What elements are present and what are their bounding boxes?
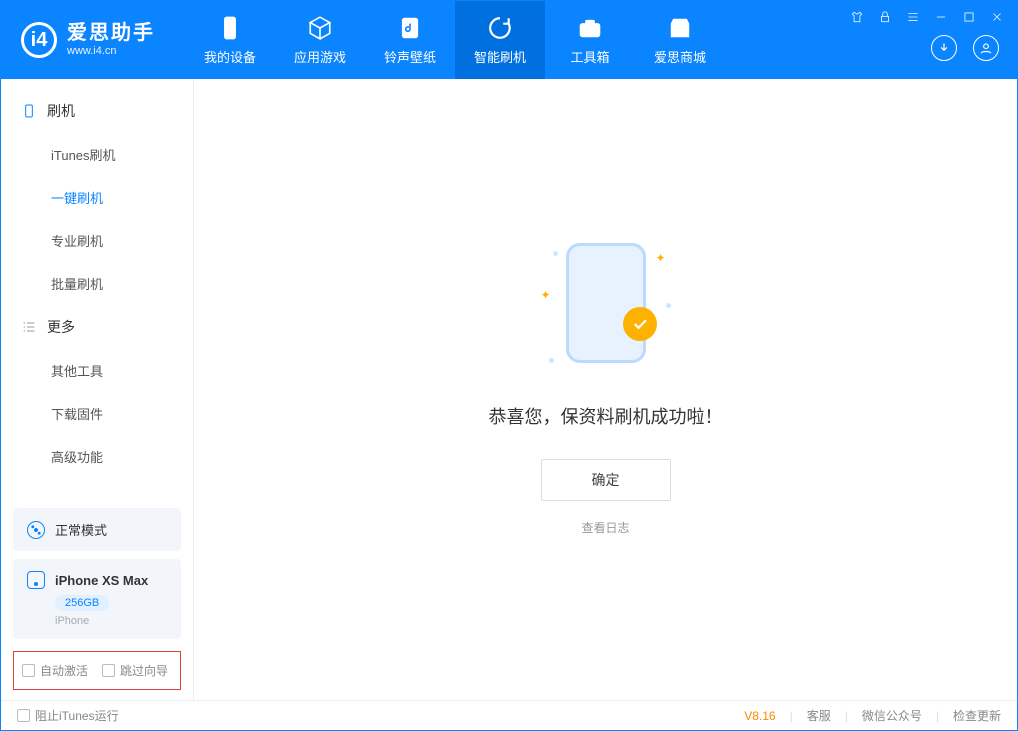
lock-icon[interactable] xyxy=(877,9,893,25)
sidebar-group-flash: 刷机 xyxy=(1,89,193,133)
sidebar-item-other-tools[interactable]: 其他工具 xyxy=(1,349,193,392)
nav-label: 智能刷机 xyxy=(474,47,526,66)
nav-tab-flash[interactable]: 智能刷机 xyxy=(455,1,545,79)
device-type: iPhone xyxy=(55,615,167,627)
footer-link-wechat[interactable]: 微信公众号 xyxy=(862,707,922,724)
nav-label: 工具箱 xyxy=(570,47,609,66)
body: 刷机 iTunes刷机 一键刷机 专业刷机 批量刷机 更多 其他工具 下载固件 … xyxy=(1,79,1017,700)
window-controls xyxy=(849,9,1005,25)
app-logo-icon: i4 xyxy=(21,22,57,58)
footer-link-update[interactable]: 检查更新 xyxy=(953,707,1001,724)
separator: | xyxy=(790,709,793,723)
mode-label: 正常模式 xyxy=(55,520,107,539)
success-illustration: ✦ ✦ xyxy=(541,243,671,373)
minimize-icon[interactable] xyxy=(933,9,949,25)
dot-decor xyxy=(553,251,558,256)
header: i4 爱思助手 www.i4.cn 我的设备 应用游戏 铃声壁纸 智能刷机 工具… xyxy=(1,1,1017,79)
checkbox-label: 自动激活 xyxy=(40,662,88,679)
maximize-icon[interactable] xyxy=(961,9,977,25)
user-icon[interactable] xyxy=(973,35,999,61)
dot-decor xyxy=(549,358,554,363)
cube-icon xyxy=(307,15,333,41)
checkbox-auto-activate[interactable]: 自动激活 xyxy=(22,662,88,679)
nav-tab-store[interactable]: 爱思商城 xyxy=(635,1,725,79)
mode-icon xyxy=(27,521,45,539)
dot-decor xyxy=(666,303,671,308)
nav-label: 铃声壁纸 xyxy=(384,47,436,66)
sparkle-icon: ✦ xyxy=(655,251,665,265)
version-label: V8.16 xyxy=(744,709,775,723)
sidebar-checkbox-row: 自动激活 跳过向导 xyxy=(13,651,181,690)
device-name: iPhone XS Max xyxy=(55,573,148,588)
phone-graphic xyxy=(566,243,646,363)
device-storage-badge: 256GB xyxy=(55,595,109,611)
separator: | xyxy=(845,709,848,723)
checkbox-skip-wizard[interactable]: 跳过向导 xyxy=(102,662,168,679)
sparkle-icon: ✦ xyxy=(541,288,551,302)
device-name-row: iPhone XS Max xyxy=(27,571,167,589)
music-file-icon xyxy=(397,15,423,41)
sidebar: 刷机 iTunes刷机 一键刷机 专业刷机 批量刷机 更多 其他工具 下载固件 … xyxy=(1,79,194,700)
footer-link-support[interactable]: 客服 xyxy=(807,707,831,724)
ok-button[interactable]: 确定 xyxy=(541,459,671,501)
checkbox-icon xyxy=(17,709,30,722)
success-check-badge xyxy=(623,307,657,341)
nav-tab-apps[interactable]: 应用游戏 xyxy=(275,1,365,79)
footer: 阻止iTunes运行 V8.16 | 客服 | 微信公众号 | 检查更新 xyxy=(1,700,1017,730)
sidebar-item-pro-flash[interactable]: 专业刷机 xyxy=(1,219,193,262)
nav-label: 爱思商城 xyxy=(654,47,706,66)
sidebar-group-more: 更多 xyxy=(1,305,193,349)
view-log-link[interactable]: 查看日志 xyxy=(581,519,629,536)
sidebar-scroll: 刷机 iTunes刷机 一键刷机 专业刷机 批量刷机 更多 其他工具 下载固件 … xyxy=(1,79,193,498)
download-icon[interactable] xyxy=(931,35,957,61)
store-icon xyxy=(667,15,693,41)
checkbox-label: 阻止iTunes运行 xyxy=(35,707,119,724)
success-title: 恭喜您，保资料刷机成功啦！ xyxy=(489,403,723,429)
footer-right: V8.16 | 客服 | 微信公众号 | 检查更新 xyxy=(744,707,1001,724)
close-icon[interactable] xyxy=(989,9,1005,25)
nav-label: 我的设备 xyxy=(204,47,256,66)
nav-tabs: 我的设备 应用游戏 铃声壁纸 智能刷机 工具箱 爱思商城 xyxy=(185,1,725,79)
device-icon xyxy=(217,15,243,41)
list-icon xyxy=(21,319,37,335)
app-subtitle: www.i4.cn xyxy=(67,45,155,58)
checkbox-block-itunes[interactable]: 阻止iTunes运行 xyxy=(17,707,119,724)
nav-label: 应用游戏 xyxy=(294,47,346,66)
refresh-shield-icon xyxy=(487,15,513,41)
sidebar-item-itunes-flash[interactable]: iTunes刷机 xyxy=(1,133,193,176)
group-title: 更多 xyxy=(47,317,75,337)
nav-tab-my-device[interactable]: 我的设备 xyxy=(185,1,275,79)
app-title: 爱思助手 xyxy=(67,21,155,45)
phone-icon xyxy=(21,103,37,119)
sidebar-device-card[interactable]: iPhone XS Max 256GB iPhone xyxy=(13,559,181,639)
logo-area: i4 爱思助手 www.i4.cn xyxy=(1,1,175,79)
separator: | xyxy=(936,709,939,723)
sidebar-item-advanced[interactable]: 高级功能 xyxy=(1,435,193,478)
checkbox-icon xyxy=(102,664,115,677)
nav-tab-ringtones[interactable]: 铃声壁纸 xyxy=(365,1,455,79)
header-action-icons xyxy=(931,35,999,61)
phone-outline-icon xyxy=(27,571,45,589)
checkbox-icon xyxy=(22,664,35,677)
nav-tab-toolbox[interactable]: 工具箱 xyxy=(545,1,635,79)
main-content: ✦ ✦ 恭喜您，保资料刷机成功啦！ 确定 查看日志 xyxy=(194,79,1017,700)
group-title: 刷机 xyxy=(47,101,75,121)
check-icon xyxy=(631,315,649,333)
checkbox-label: 跳过向导 xyxy=(120,662,168,679)
menu-icon[interactable] xyxy=(905,9,921,25)
toolbox-icon xyxy=(577,15,603,41)
sidebar-item-download-firmware[interactable]: 下载固件 xyxy=(1,392,193,435)
logo-text: 爱思助手 www.i4.cn xyxy=(67,21,155,58)
shirt-icon[interactable] xyxy=(849,9,865,25)
sidebar-item-batch-flash[interactable]: 批量刷机 xyxy=(1,262,193,305)
sidebar-item-oneclick-flash[interactable]: 一键刷机 xyxy=(1,176,193,219)
sidebar-mode-card[interactable]: 正常模式 xyxy=(13,508,181,551)
